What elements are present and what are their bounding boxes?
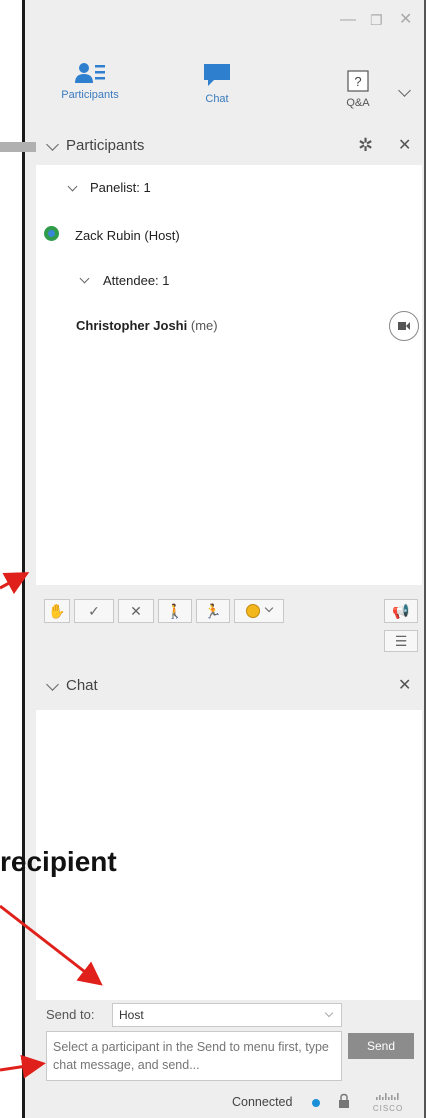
arrow-to-send-to — [0, 904, 103, 986]
annotation-arrows — [0, 572, 103, 1079]
arrow-to-toolbar — [0, 572, 30, 595]
arrow-to-message-input — [0, 1054, 46, 1079]
